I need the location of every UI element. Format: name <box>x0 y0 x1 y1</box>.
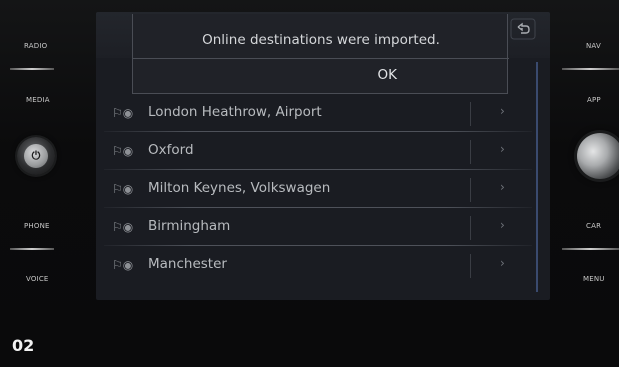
destination-row[interactable]: ⚐◉ Birmingham › <box>104 210 532 246</box>
divider <box>10 68 54 70</box>
destination-row[interactable]: ⚐◉ Manchester › <box>104 248 532 284</box>
row-separator <box>104 169 532 170</box>
divider <box>10 248 54 250</box>
radio-button[interactable]: RADIO <box>24 42 47 50</box>
destination-label: Milton Keynes, Volkswagen <box>148 180 331 196</box>
row-separator <box>104 207 532 208</box>
volume-knob[interactable]: ⏻ <box>17 137 55 175</box>
voice-button[interactable]: VOICE <box>26 275 49 283</box>
power-button[interactable]: ⏻ <box>24 144 48 168</box>
back-button[interactable] <box>510 18 536 40</box>
destination-row[interactable]: ⚐◉ London Heathrow, Airport › <box>104 96 532 132</box>
chevron-right-icon[interactable]: › <box>500 142 505 156</box>
divider <box>562 248 619 250</box>
dialog-message: Online destinations were imported. <box>202 32 440 48</box>
chevron-right-icon[interactable]: › <box>500 218 505 232</box>
destination-flag-icon: ⚐◉ <box>112 258 134 272</box>
destination-label: Birmingham <box>148 218 231 234</box>
nav-button[interactable]: NAV <box>586 42 601 50</box>
destination-row[interactable]: ⚐◉ Milton Keynes, Volkswagen › <box>104 172 532 208</box>
scrollbar-thumb[interactable] <box>536 62 538 292</box>
chevron-right-icon[interactable]: › <box>500 256 505 270</box>
media-button[interactable]: MEDIA <box>26 96 50 104</box>
destination-flag-icon: ⚐◉ <box>112 106 134 120</box>
row-divider <box>470 178 471 202</box>
destination-label: Oxford <box>148 142 194 158</box>
figure-number: 02 <box>12 336 35 355</box>
row-separator <box>104 131 532 132</box>
infotainment-unit: RADIO MEDIA ⏻ PHONE VOICE NAV APP CAR ME… <box>0 0 619 367</box>
ok-button[interactable]: OK <box>133 60 509 90</box>
destination-flag-icon: ⚐◉ <box>112 220 134 234</box>
phone-button[interactable]: PHONE <box>24 222 50 230</box>
chevron-right-icon[interactable]: › <box>500 104 505 118</box>
row-divider <box>470 216 471 240</box>
menu-button[interactable]: MENU <box>583 275 605 283</box>
row-divider <box>470 102 471 126</box>
destination-flag-icon: ⚐◉ <box>112 144 134 158</box>
app-button[interactable]: APP <box>587 96 601 104</box>
destination-label: Manchester <box>148 256 227 272</box>
tuning-knob[interactable] <box>577 133 619 179</box>
destination-row[interactable]: ⚐◉ Oxford › <box>104 134 532 170</box>
divider <box>562 68 619 70</box>
power-icon: ⏻ <box>31 149 41 162</box>
car-button[interactable]: CAR <box>586 222 601 230</box>
destination-flag-icon: ⚐◉ <box>112 182 134 196</box>
back-arrow-icon <box>510 18 536 40</box>
import-dialog: Online destinations were imported. OK <box>132 14 509 94</box>
destination-label: London Heathrow, Airport <box>148 104 322 120</box>
row-divider <box>470 254 471 278</box>
scrollbar[interactable] <box>536 62 538 292</box>
chevron-right-icon[interactable]: › <box>500 180 505 194</box>
dialog-divider <box>133 58 509 59</box>
row-separator <box>104 245 532 246</box>
row-divider <box>470 140 471 164</box>
